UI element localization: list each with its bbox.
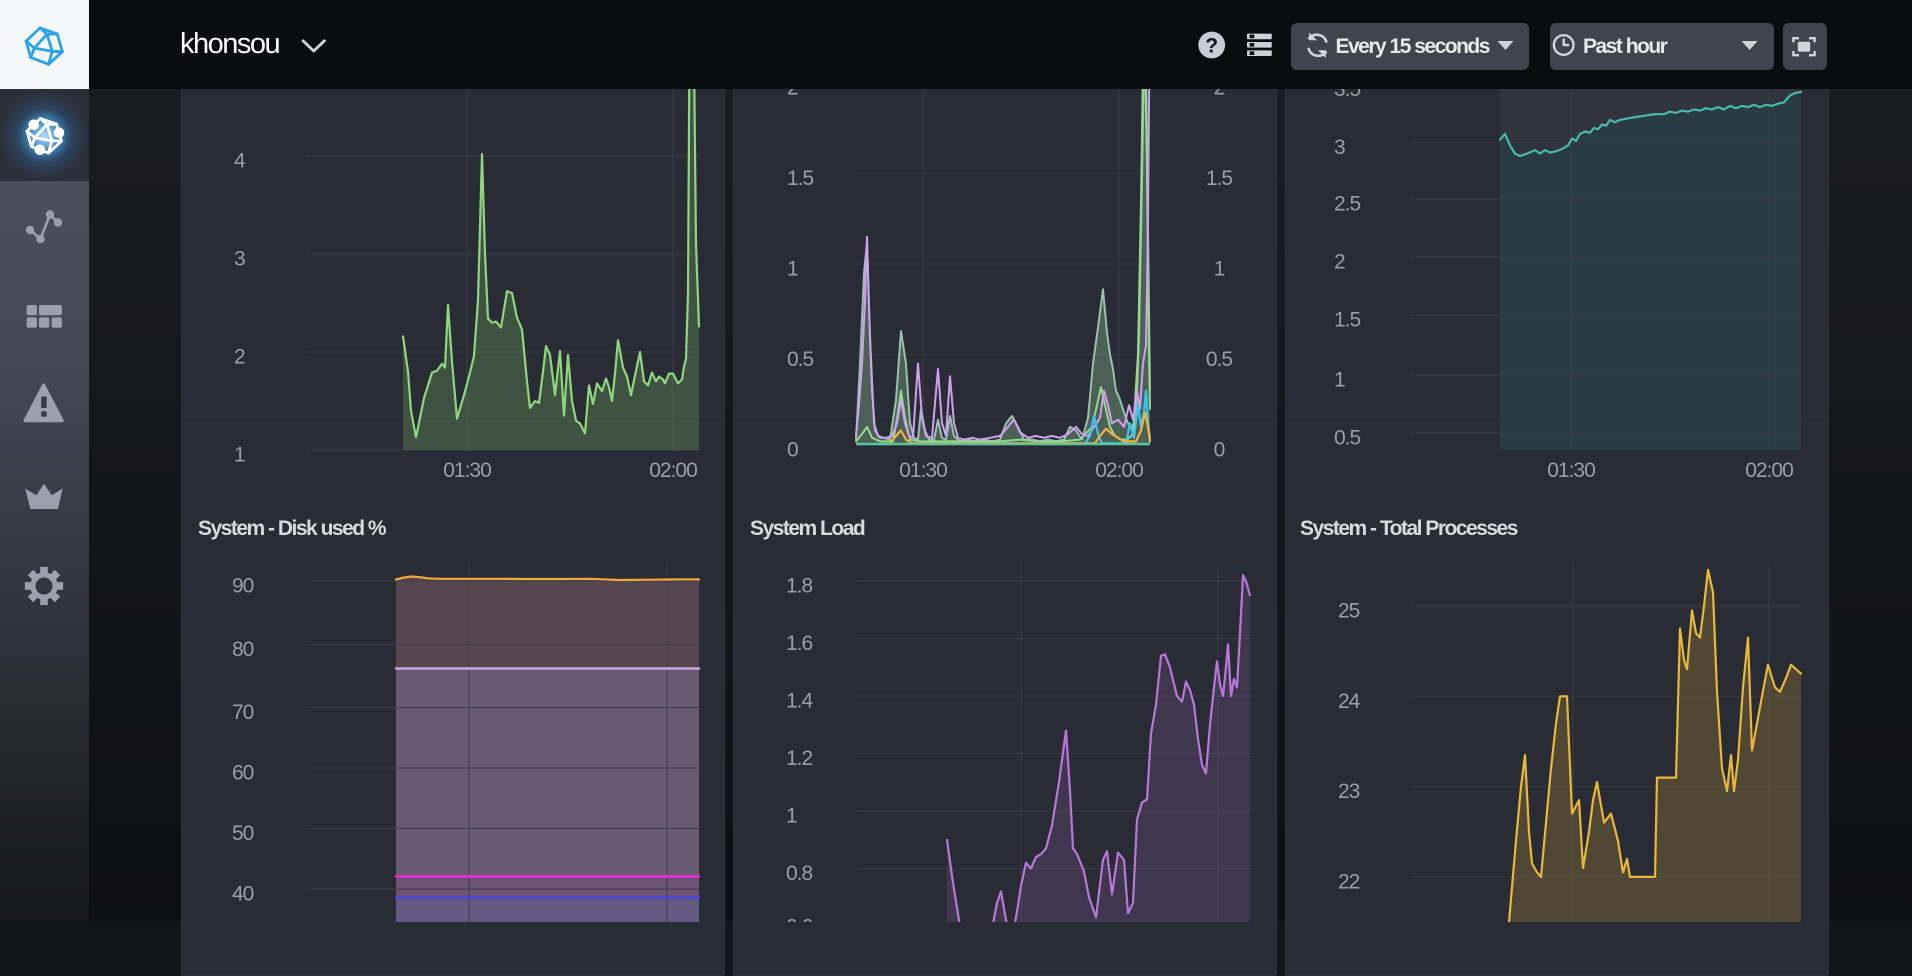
svg-text:70: 70: [232, 701, 254, 724]
svg-text:4: 4: [234, 150, 246, 173]
svg-text:01:30: 01:30: [899, 459, 947, 482]
svg-text:System - Disk used %: System - Disk used %: [198, 517, 387, 540]
svg-text:1: 1: [786, 805, 797, 828]
svg-text:60: 60: [232, 762, 254, 785]
svg-text:1: 1: [1334, 369, 1345, 392]
svg-text:0.5: 0.5: [787, 348, 814, 371]
svg-text:50: 50: [232, 822, 254, 845]
svg-text:0: 0: [1214, 439, 1225, 462]
svg-text:2.5: 2.5: [1334, 193, 1361, 216]
svg-text:23: 23: [1338, 780, 1360, 803]
svg-text:01:30: 01:30: [443, 459, 491, 482]
svg-text:3: 3: [234, 248, 245, 271]
svg-text:0: 0: [787, 439, 798, 462]
svg-text:80: 80: [232, 638, 254, 661]
svg-text:1.2: 1.2: [786, 747, 813, 770]
svg-text:0.6: 0.6: [786, 916, 813, 923]
svg-text:1.5: 1.5: [1334, 309, 1361, 332]
svg-text:1: 1: [787, 258, 798, 281]
svg-text:2: 2: [1334, 251, 1345, 274]
svg-text:1.8: 1.8: [786, 575, 813, 598]
svg-text:1.4: 1.4: [786, 690, 814, 713]
svg-text:?: ?: [1205, 35, 1218, 58]
svg-text:90: 90: [232, 575, 254, 598]
svg-text:01:30: 01:30: [1547, 459, 1595, 482]
svg-text:2: 2: [234, 346, 245, 369]
svg-text:System Load: System Load: [750, 517, 865, 540]
svg-text:0.5: 0.5: [1334, 427, 1361, 450]
svg-text:02:00: 02:00: [1745, 459, 1793, 482]
svg-text:1: 1: [1214, 258, 1225, 281]
svg-text:System - Total Processes: System - Total Processes: [1300, 517, 1518, 540]
svg-text:40: 40: [232, 883, 254, 906]
svg-text:1.6: 1.6: [786, 632, 813, 655]
svg-text:02:00: 02:00: [1095, 459, 1143, 482]
svg-text:24: 24: [1338, 690, 1361, 713]
svg-text:1.5: 1.5: [1206, 167, 1233, 190]
svg-text:1: 1: [234, 444, 245, 467]
svg-text:25: 25: [1338, 600, 1360, 623]
svg-text:0.8: 0.8: [786, 862, 813, 885]
svg-text:1.5: 1.5: [787, 167, 814, 190]
svg-text:22: 22: [1338, 870, 1360, 893]
svg-text:02:00: 02:00: [649, 459, 697, 482]
svg-text:0.5: 0.5: [1206, 348, 1233, 371]
svg-text:3: 3: [1334, 136, 1345, 159]
